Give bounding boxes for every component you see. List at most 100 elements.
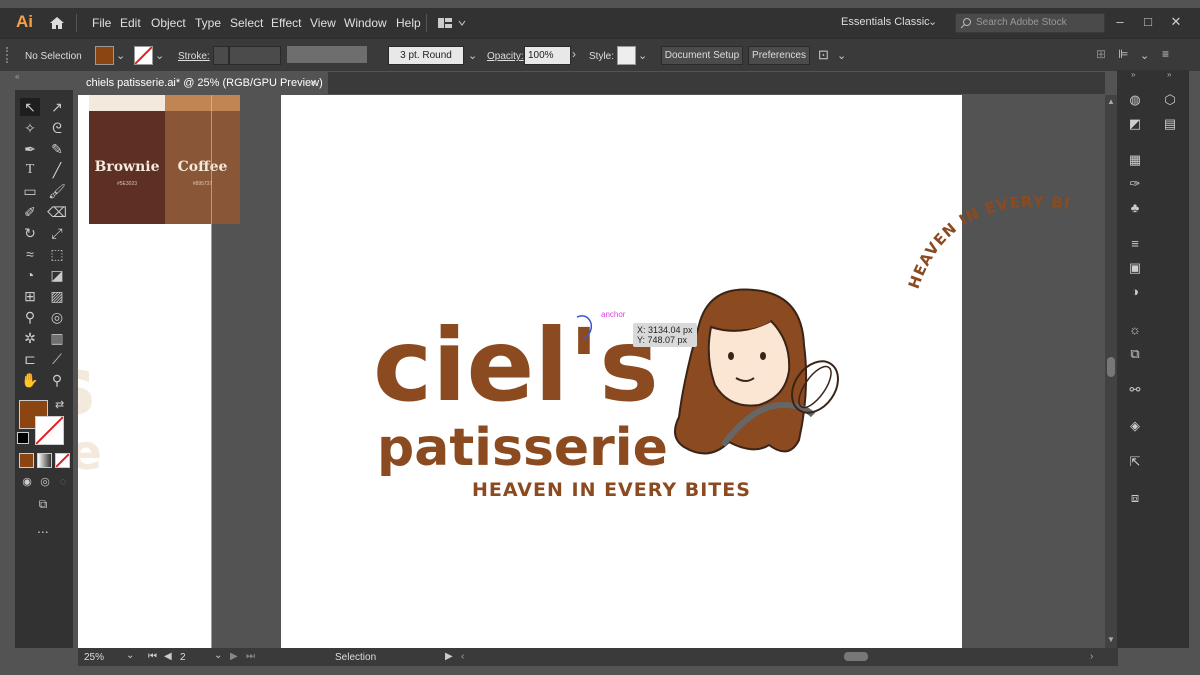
panel-menu-icon[interactable]: ≡ (1162, 47, 1169, 61)
menu-help[interactable]: Help (396, 16, 421, 30)
swatch-brownie[interactable]: Brownie #5E3023 (89, 111, 165, 224)
links-panel-icon[interactable]: ⚯ (1125, 380, 1145, 400)
menu-effect[interactable]: Effect (271, 16, 301, 30)
appearance-panel-icon[interactable]: ☼ (1125, 320, 1145, 340)
gradient-tool-icon[interactable]: ▨ (47, 287, 67, 305)
scroll-right-icon[interactable]: › (1090, 651, 1093, 662)
scale-tool-icon[interactable]: ⤢ (47, 224, 67, 242)
chevron-down-icon[interactable]: ⌄ (155, 49, 164, 62)
scroll-down-icon[interactable]: ▼ (1107, 635, 1115, 644)
free-transform-icon[interactable]: ⬚ (47, 245, 67, 263)
rectangle-tool-icon[interactable]: ▭ (20, 182, 40, 200)
symbols-panel-icon[interactable]: ♣ (1125, 198, 1145, 218)
brush-definition[interactable]: 3 pt. Round (388, 46, 464, 65)
warp-tool-icon[interactable]: ≈ (20, 245, 40, 263)
shaper-tool-icon[interactable]: ✐ (20, 203, 40, 221)
stroke-color-box[interactable] (35, 416, 64, 445)
align-icon[interactable]: ⊞ (1096, 47, 1106, 61)
artboard-tool-icon[interactable]: ⊏ (20, 350, 40, 368)
opacity-input[interactable]: 100% (524, 46, 571, 65)
libraries-panel-icon[interactable]: ⬡ (1160, 90, 1180, 110)
none-mode-icon[interactable] (55, 453, 70, 468)
slice-tool-icon[interactable]: ⟋ (47, 350, 67, 368)
h-scroll-thumb[interactable] (844, 652, 868, 661)
artboard-number[interactable]: 2 (180, 652, 186, 663)
variable-width-profile[interactable] (287, 46, 367, 63)
arc-text-artwork[interactable]: HEAVEN IN EVERY BITES (890, 180, 1090, 300)
logo-artwork[interactable]: ciel's patisserie HEAVEN IN EVERY BITES … (281, 95, 962, 648)
mesh-tool-icon[interactable]: ⊞ (20, 287, 40, 305)
minimize-icon[interactable]: – (1112, 14, 1128, 30)
artboards-panel-icon[interactable]: ⧈ (1125, 488, 1145, 508)
symbol-sprayer-icon[interactable]: ✲ (20, 329, 40, 347)
properties-panel-icon[interactable]: ▤ (1160, 114, 1180, 134)
draw-normal-icon[interactable]: ◉ (17, 473, 37, 491)
gradient-panel-icon[interactable]: ▣ (1125, 258, 1145, 278)
chevron-down-icon[interactable]: ⌄ (837, 49, 846, 62)
last-artboard-icon[interactable]: ⏭ (246, 651, 255, 662)
play-icon[interactable]: ▶ (445, 651, 453, 662)
column-graph-icon[interactable]: ▥ (47, 329, 67, 347)
draw-behind-icon[interactable]: ◎ (35, 473, 55, 491)
direct-selection-tool-icon[interactable]: ↗ (47, 98, 67, 116)
tab-chiels-patisserie[interactable]: chiels patisserie.ai* @ 25% (RGB/GPU Pre… (78, 72, 328, 94)
search-stock-input[interactable]: Search Adobe Stock (955, 13, 1105, 33)
eraser-icon[interactable]: ⌫ (47, 203, 67, 221)
fill-swatch[interactable] (95, 46, 114, 65)
default-colors-icon[interactable] (17, 432, 29, 444)
style-swatch[interactable] (617, 46, 636, 65)
line-tool-icon[interactable]: ╱ (47, 161, 67, 179)
arrange-icon[interactable]: ⊡ (818, 47, 829, 63)
menu-select[interactable]: Select (230, 16, 263, 30)
document-setup-button[interactable]: Document Setup (661, 46, 743, 65)
zoom-level[interactable]: 25% (84, 652, 104, 663)
stroke-label[interactable]: Stroke: (178, 51, 210, 62)
chevron-down-icon[interactable]: ⌄ (214, 650, 222, 661)
curvature-tool-icon[interactable]: ✎ (47, 140, 67, 158)
chevron-down-icon[interactable]: ⌄ (116, 49, 125, 62)
scroll-up-icon[interactable]: ▲ (1107, 97, 1115, 106)
eyedropper-icon[interactable]: ⚲ (20, 308, 40, 326)
shape-builder-icon[interactable]: ◔ (20, 266, 40, 284)
collapse-icon[interactable]: » (1131, 70, 1135, 79)
paintbrush-icon[interactable]: 🖌 (47, 182, 67, 200)
chevron-down-icon[interactable]: ⌄ (126, 650, 134, 661)
export-panel-icon[interactable]: ⇱ (1125, 452, 1145, 472)
brushes-panel-icon[interactable]: ✑ (1125, 174, 1145, 194)
gradient-mode-icon[interactable] (37, 453, 52, 468)
scroll-left-icon[interactable]: ‹ (461, 651, 464, 662)
arrange-documents-icon[interactable] (437, 16, 469, 30)
draw-inside-icon[interactable]: ◌ (53, 473, 73, 491)
pen-tool-icon[interactable]: ✒ (20, 140, 40, 158)
home-icon[interactable] (48, 14, 66, 32)
grip-handle[interactable] (6, 47, 11, 63)
workspace-switcher[interactable]: Essentials Classic ⌄ (833, 13, 943, 33)
menu-file[interactable]: File (92, 16, 111, 30)
color-guide-icon[interactable]: ◩ (1125, 114, 1145, 134)
menu-view[interactable]: View (310, 16, 336, 30)
scroll-thumb[interactable] (1107, 357, 1115, 377)
menu-object[interactable]: Object (151, 16, 186, 30)
type-tool-icon[interactable]: T (20, 161, 40, 179)
screen-mode-icon[interactable]: ⧉ (33, 495, 53, 513)
menu-window[interactable]: Window (344, 16, 387, 30)
transparency-panel-icon[interactable]: ◑ (1125, 282, 1145, 302)
next-artboard-icon[interactable]: ▶ (230, 651, 238, 662)
selection-tool-icon[interactable]: ↖ (20, 98, 40, 116)
menu-edit[interactable]: Edit (120, 16, 141, 30)
stroke-swatch[interactable] (134, 46, 153, 65)
vertical-scrollbar[interactable]: ▲ ▼ (1105, 95, 1117, 648)
hand-tool-icon[interactable]: ✋ (20, 371, 40, 389)
collapse-icon[interactable]: « (15, 72, 73, 82)
swatch-coffee[interactable]: Coffee #895737 (165, 111, 240, 224)
color-panel-icon[interactable]: ◍ (1125, 90, 1145, 110)
chevron-down-icon[interactable]: ⌄ (638, 49, 647, 62)
close-icon[interactable]: ✕ (1168, 14, 1184, 30)
swap-colors-icon[interactable]: ⇄ (55, 398, 64, 411)
graphic-styles-icon[interactable]: ⧉ (1125, 344, 1145, 364)
stroke-weight-stepper[interactable] (213, 46, 229, 65)
prev-artboard-icon[interactable]: ◀ (164, 651, 172, 662)
more-tools-icon[interactable]: ... (37, 520, 49, 536)
maximize-icon[interactable]: □ (1140, 14, 1156, 30)
magic-wand-icon[interactable]: ✧ (20, 119, 40, 137)
